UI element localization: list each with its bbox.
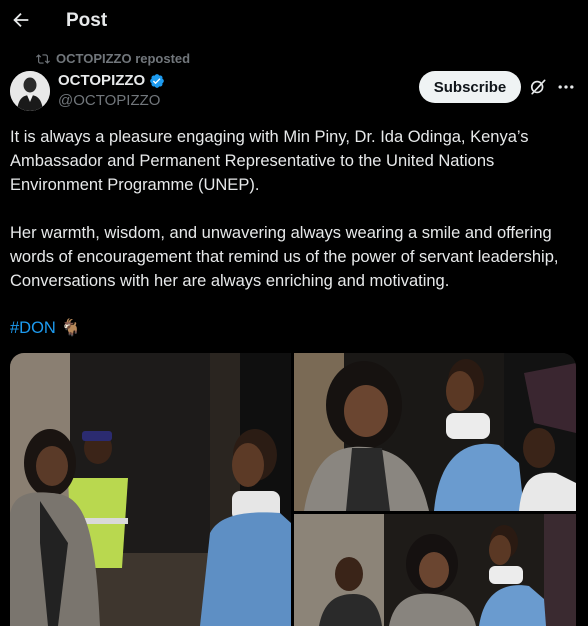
author-name[interactable]: OCTOPIZZO <box>58 72 145 89</box>
post-paragraph-1: It is always a pleasure engaging with Mi… <box>10 128 529 194</box>
goat-emoji: 🐐 <box>60 319 81 337</box>
avatar-image <box>10 71 50 111</box>
back-button[interactable] <box>10 9 32 31</box>
more-icon[interactable] <box>556 77 576 97</box>
author-handle[interactable]: @OCTOPIZZO <box>58 92 160 109</box>
verified-badge-icon <box>149 73 165 89</box>
avatar[interactable] <box>10 71 50 111</box>
photo-2-image <box>294 353 576 511</box>
photo-3[interactable] <box>294 514 576 626</box>
photo-2[interactable] <box>294 353 576 511</box>
photo-3-image <box>294 514 576 626</box>
author-name-row: OCTOPIZZO <box>58 72 165 89</box>
hashtag-link[interactable]: #DON <box>10 319 56 337</box>
post-paragraph-2: Her warmth, wisdom, and unwavering alway… <box>10 224 559 290</box>
post-text: It is always a pleasure engaging with Mi… <box>10 125 576 293</box>
top-bar: Post <box>0 0 588 44</box>
repost-indicator: OCTOPIZZO reposted <box>36 51 190 66</box>
hashtag-line: #DON 🐐 <box>10 316 81 340</box>
media-grid <box>10 353 576 626</box>
repost-text: OCTOPIZZO reposted <box>56 51 191 66</box>
photo-1[interactable] <box>10 353 291 626</box>
page-title: Post <box>66 10 108 31</box>
grok-icon[interactable] <box>528 77 548 97</box>
photo-1-image <box>10 353 291 626</box>
repost-icon <box>36 53 50 64</box>
arrow-left-icon <box>13 12 29 28</box>
subscribe-button[interactable]: Subscribe <box>419 71 521 103</box>
